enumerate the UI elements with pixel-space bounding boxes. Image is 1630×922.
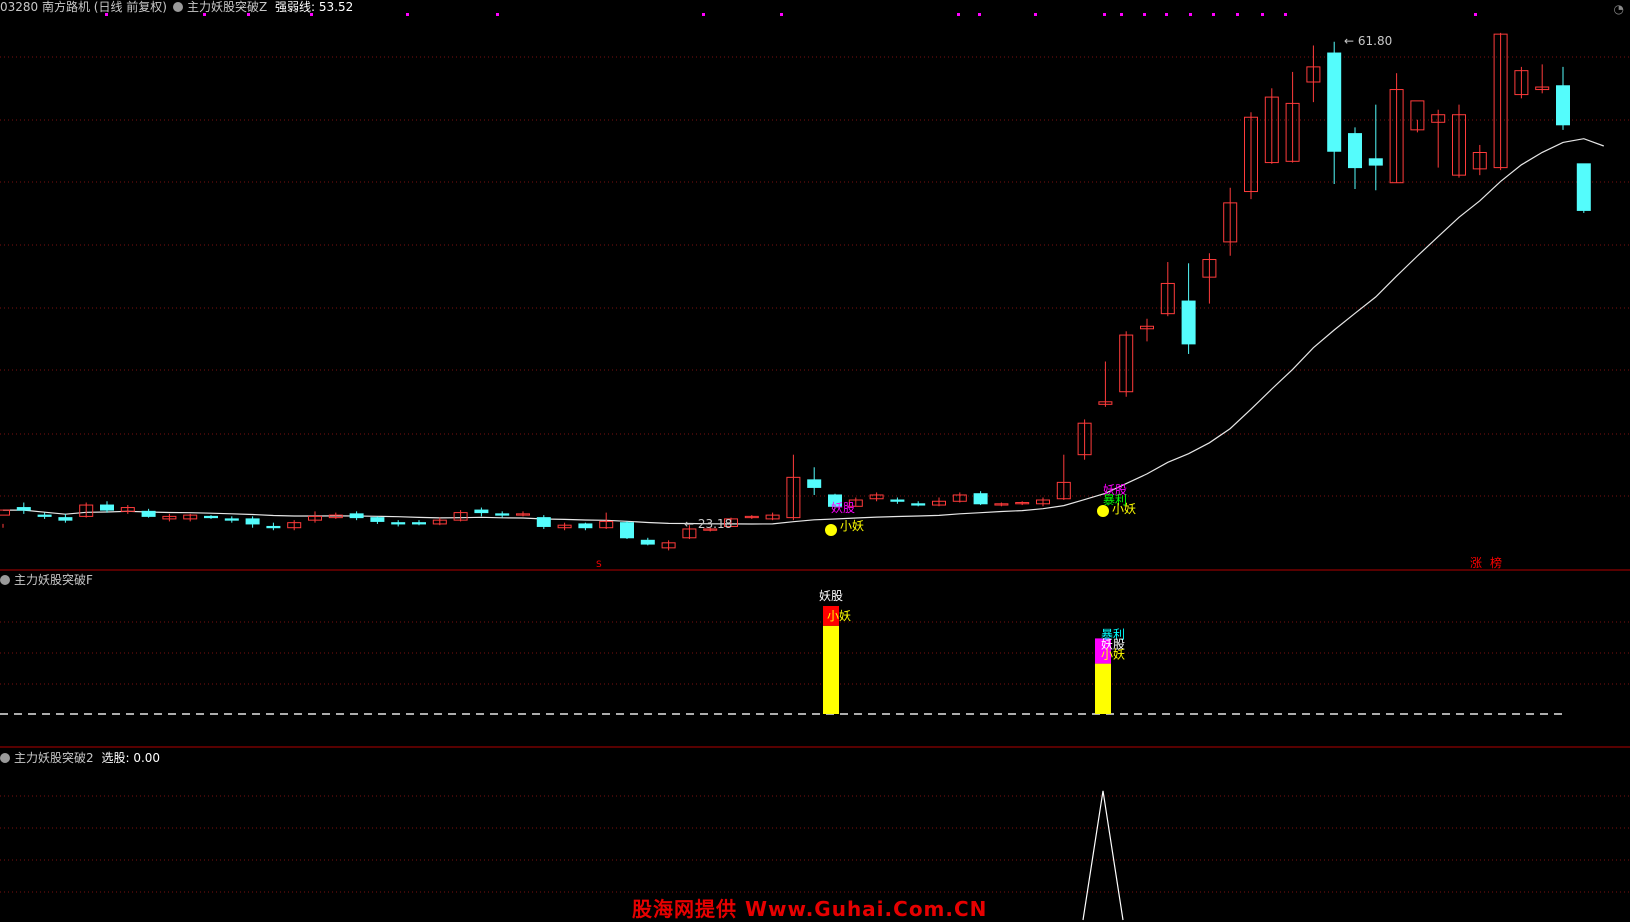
signal-label: 妖股 (831, 501, 855, 515)
candle-body (266, 525, 281, 529)
candle-body (37, 514, 52, 517)
signal-dot (1212, 13, 1215, 16)
signal-dot (406, 13, 409, 16)
candle-body (0, 509, 10, 516)
low-price-label: ← 23.18 (684, 517, 732, 531)
candle-body (536, 517, 551, 527)
candle-body (1327, 52, 1342, 152)
signal-dot (1165, 13, 1168, 16)
candle-body (1181, 300, 1196, 345)
signal-dot (978, 13, 981, 16)
candle-body (640, 539, 655, 545)
candle-body (349, 513, 364, 519)
signal-dot (496, 13, 499, 16)
signal-dot (1143, 13, 1146, 16)
candle-body (1348, 133, 1362, 169)
signal-dot (957, 13, 960, 16)
signal-dot (702, 13, 705, 16)
marker-zhang: 涨 (1470, 555, 1482, 570)
bar-label: 小妖 (1101, 647, 1125, 661)
smile-icon (1097, 505, 1109, 517)
candle-body (890, 499, 905, 502)
candle-body (973, 493, 988, 505)
high-price-label: ← 61.80 (1344, 34, 1392, 48)
signal-dot (1189, 13, 1192, 16)
candle-body (1556, 85, 1570, 126)
candle-body (807, 479, 822, 488)
candle-body (1368, 158, 1383, 166)
bar-label: 小妖 (827, 609, 851, 623)
bar-label: 妖股 (819, 589, 843, 603)
signal-dot (780, 13, 783, 16)
signal-dot (1284, 13, 1287, 16)
strength-line (3, 138, 1605, 525)
signal-dot (1474, 13, 1477, 16)
signal-dot (247, 13, 250, 16)
candle-body (412, 522, 426, 525)
signal-dot (1120, 13, 1123, 16)
signal-dot (1103, 13, 1106, 16)
candle-body (204, 515, 218, 519)
signal-dot (1034, 13, 1037, 16)
signal-bar (823, 625, 839, 714)
marker-bang: 榜 (1490, 555, 1502, 570)
signal-dot (310, 13, 313, 16)
signal-label: 小妖 (1112, 502, 1136, 516)
candle-body (141, 510, 156, 517)
candle-body (224, 518, 239, 521)
kline-chart[interactable]: ← 61.80← 23.18妖股小妖妖股暴利小妖涨 榜S妖股小妖暴利妖股小妖 (0, 0, 1630, 922)
marker-s: S (596, 560, 602, 570)
signal-dot (203, 13, 206, 16)
signal-label: 小妖 (840, 519, 864, 533)
candle-body (245, 518, 260, 525)
candle-body (100, 504, 114, 511)
smile-icon (825, 524, 837, 536)
candle-body (474, 509, 489, 514)
candle-body (620, 522, 634, 539)
candle-body (911, 503, 926, 506)
candle-body (370, 517, 385, 522)
candle-body (16, 507, 31, 511)
candle-body (58, 517, 73, 521)
signal-dot (1236, 13, 1239, 16)
signal-dot (105, 13, 108, 16)
watermark-text: 股海网提供 Www.Guhai.Com.CN (632, 897, 988, 921)
candle-body (1576, 163, 1591, 211)
candle-body (495, 513, 510, 516)
candle-body (391, 522, 406, 525)
signal-bar (1095, 663, 1111, 714)
candle-body (578, 523, 593, 529)
signal-dot (1261, 13, 1264, 16)
select-spike (1082, 790, 1124, 921)
